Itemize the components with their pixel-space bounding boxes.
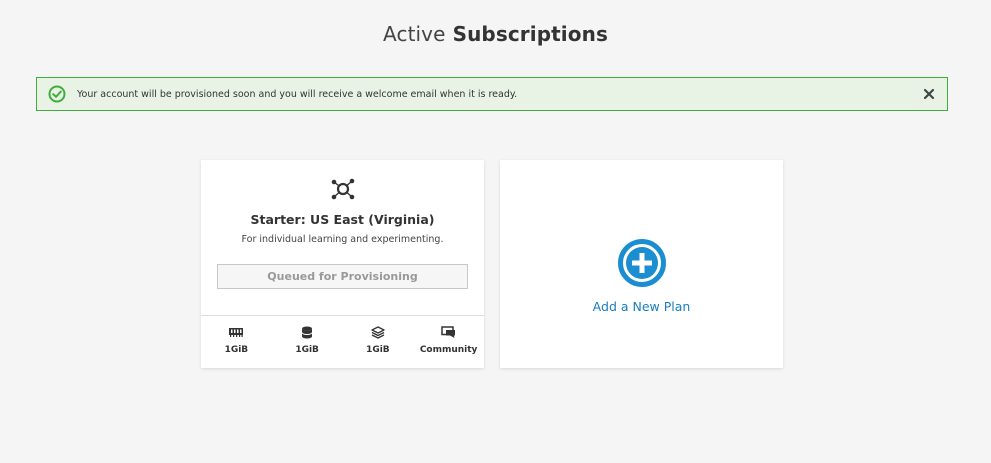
add-new-plan-link[interactable]: Add a New Plan: [500, 299, 783, 314]
spec-support: Community: [413, 323, 484, 359]
database-icon: [299, 325, 315, 339]
memory-icon: [228, 325, 244, 339]
check-circle-icon: [48, 85, 66, 103]
cluster-icon: [329, 175, 357, 203]
add-plan-card[interactable]: Add a New Plan: [500, 160, 783, 368]
alert-message: Your account will be provisioned soon an…: [77, 88, 518, 100]
spec-value: 1GiB: [295, 345, 319, 355]
layers-icon: [370, 325, 386, 339]
spec-memory: 1GiB: [201, 323, 272, 359]
card-divider: [201, 315, 484, 316]
plan-description: For individual learning and experimentin…: [241, 234, 444, 245]
page-title-bold: Subscriptions: [452, 22, 608, 46]
queued-status-button[interactable]: Queued for Provisioning: [217, 264, 468, 289]
subscription-card[interactable]: Starter: US East (Virginia) For individu…: [201, 160, 484, 368]
close-icon[interactable]: [923, 88, 935, 100]
chat-icon: [441, 325, 457, 339]
page: Active Subscriptions Your account will b…: [0, 0, 991, 463]
spec-value: 1GiB: [366, 345, 390, 355]
spec-layers: 1GiB: [343, 323, 414, 359]
plus-circle-icon[interactable]: [617, 238, 667, 288]
page-title: Active Subscriptions: [0, 22, 991, 46]
spec-storage: 1GiB: [272, 323, 343, 359]
provisioning-alert: Your account will be provisioned soon an…: [36, 77, 948, 111]
spec-value: Community: [419, 345, 478, 355]
plan-specs: 1GiB 1GiB 1GiB Community: [201, 323, 484, 359]
page-title-light: Active: [383, 22, 446, 46]
spec-value: 1GiB: [224, 345, 249, 355]
plan-name: Starter: US East (Virginia): [250, 212, 435, 227]
